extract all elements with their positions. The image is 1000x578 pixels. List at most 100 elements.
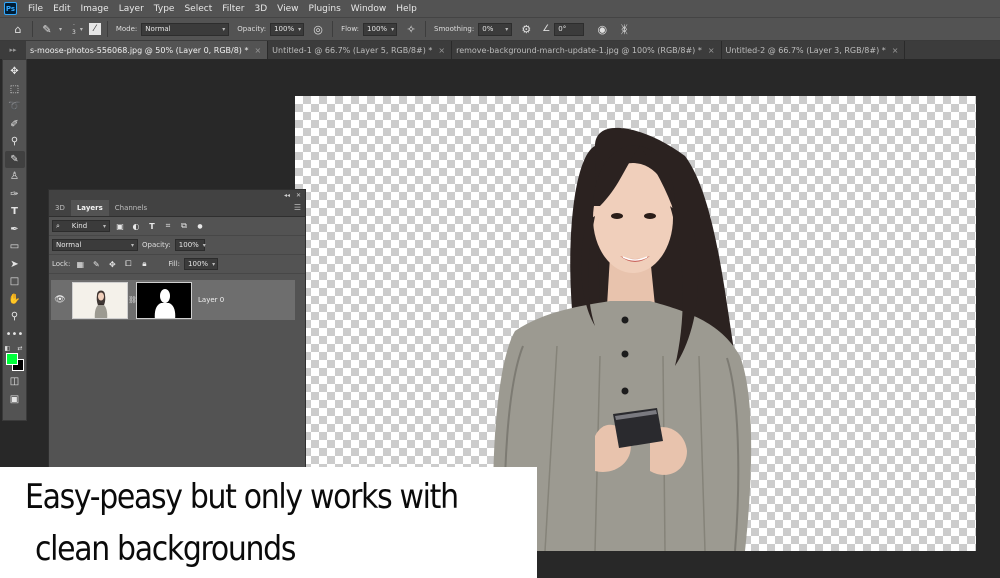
quick-mask-icon[interactable]: ◫ [5, 373, 25, 391]
tab-collapse-icon[interactable]: ▸▸ [0, 41, 26, 59]
menu-layer[interactable]: Layer [114, 4, 149, 14]
close-icon[interactable]: × [708, 46, 715, 55]
caption-line-2: clean backgrounds [35, 529, 296, 569]
zoom-tool-icon[interactable]: ⚲ [5, 308, 25, 326]
lock-artboard-icon[interactable]: ⧠ [122, 258, 134, 270]
lock-transparent-pixels-icon[interactable]: ▦ [74, 258, 86, 270]
menu-edit[interactable]: Edit [48, 4, 75, 14]
pressure-opacity-icon[interactable]: ◎ [310, 21, 326, 37]
smoothing-settings-gear-icon[interactable]: ⚙ [518, 21, 534, 37]
layer-name[interactable]: Layer 0 [198, 296, 224, 304]
screen-mode-icon[interactable]: ▣ [5, 391, 25, 409]
brush-size-indicator[interactable]: · 3 [72, 22, 76, 36]
smart-object-filter-icon[interactable]: ⧉ [178, 220, 190, 232]
type-layer-filter-icon[interactable]: T [146, 220, 158, 232]
layer-mask-image [154, 288, 176, 318]
collapse-panel-icon[interactable]: ◂◂ [284, 192, 290, 199]
filter-toggle-icon[interactable]: ● [194, 220, 206, 232]
layers-panel: ◂◂ ✕ 3D Layers Channels ☰ ⌕ Kind ▾ ▣ ◐ T… [48, 189, 306, 469]
layer-thumbnail[interactable] [72, 281, 128, 319]
path-selection-tool-icon[interactable]: ➤ [5, 256, 25, 274]
panel-menu-icon[interactable]: ☰ [294, 203, 301, 212]
foreground-color-swatch[interactable] [5, 353, 18, 365]
angle-input[interactable]: 0° [554, 22, 585, 36]
layer-opacity-input[interactable]: 100% ▾ [174, 239, 206, 251]
close-icon[interactable]: × [254, 46, 261, 55]
tab-document-4[interactable]: Untitled-2 @ 66.7% (Layer 3, RGB/8#) * × [722, 41, 906, 59]
pressure-size-icon[interactable]: ◉ [594, 21, 610, 37]
tab-layers[interactable]: Layers [70, 200, 109, 216]
mask-link-icon[interactable]: ⛓︎ [128, 296, 137, 304]
fill-input[interactable]: 100% ▾ [184, 258, 219, 270]
blend-mode-select[interactable]: Normal ▾ [52, 239, 138, 251]
filter-kind-select[interactable]: ⌕ Kind ▾ [52, 220, 110, 232]
brush-settings-icon[interactable]: ⁄ [88, 23, 101, 35]
photoshop-logo-icon[interactable]: Ps [4, 2, 17, 15]
tab-document-3[interactable]: remove-background-march-update-1.jpg @ 1… [452, 41, 722, 59]
type-tool-icon[interactable]: T [5, 203, 25, 221]
brush-tool-icon[interactable]: ✎ [4, 150, 25, 168]
hand-tool-icon[interactable]: ✋ [5, 291, 25, 309]
chevron-down-icon: ▾ [391, 25, 395, 33]
chevron-down-icon: ▾ [212, 260, 216, 268]
menu-3d[interactable]: 3D [250, 4, 273, 14]
pen-tool-icon[interactable]: ✒ [5, 221, 25, 239]
menu-filter[interactable]: Filter [217, 4, 249, 14]
filter-kind-value: Kind [71, 222, 88, 230]
menu-help[interactable]: Help [391, 4, 422, 14]
shape-layer-filter-icon[interactable]: ⌗ [162, 220, 174, 232]
lock-all-icon[interactable]: 🔒︎ [138, 258, 150, 270]
brush-dot-icon: · [72, 22, 75, 29]
layer-mask-thumbnail[interactable] [136, 281, 192, 319]
tab-channels[interactable]: Channels [109, 200, 153, 216]
symmetry-butterfly-icon[interactable]: ᛤ [616, 21, 632, 37]
menu-plugins[interactable]: Plugins [304, 4, 346, 14]
stamp-tool-icon[interactable]: ♙ [5, 168, 25, 186]
chevron-down-icon[interactable]: ▾ [80, 26, 83, 33]
tab-3d[interactable]: 3D [49, 200, 71, 216]
gradient-tool-icon[interactable]: ▭ [5, 238, 25, 256]
blend-mode-value: Normal [56, 241, 82, 249]
move-tool-icon[interactable]: ✥ [5, 63, 25, 81]
airbrush-icon[interactable]: ✧ [403, 21, 419, 37]
marquee-tool-icon[interactable]: ⬚ [5, 81, 25, 99]
adjustment-layer-filter-icon[interactable]: ◐ [130, 220, 142, 232]
menu-file[interactable]: File [23, 4, 48, 14]
swap-colors-icon[interactable]: ⇄ [18, 345, 23, 352]
menu-bar: Ps File Edit Image Layer Type Select Fil… [0, 0, 1000, 17]
opacity-label: Opacity: [237, 25, 267, 33]
tab-document-1[interactable]: s-moose-photos-556068.jpg @ 50% (Layer 0… [26, 41, 269, 59]
lasso-tool-icon[interactable]: ➰ [5, 98, 25, 116]
more-tools-icon[interactable]: ••• [5, 326, 25, 344]
smoothing-value: 0% [482, 24, 494, 33]
layer-row[interactable]: 👁︎ ⛓︎ Layer 0 [51, 280, 295, 320]
chevron-down-icon[interactable]: ▾ [59, 26, 62, 33]
pixel-layer-filter-icon[interactable]: ▣ [114, 220, 126, 232]
layer-opacity-value: 100% [178, 241, 199, 249]
rectangle-tool-icon[interactable]: □ [5, 273, 25, 291]
menu-image[interactable]: Image [76, 4, 114, 14]
color-swatches[interactable]: ◧ ⇄ [5, 345, 25, 371]
close-panel-icon[interactable]: ✕ [296, 192, 301, 199]
eyedropper-tool-icon[interactable]: ⚲ [5, 133, 25, 151]
visibility-eye-icon[interactable]: 👁︎ [51, 295, 69, 305]
lock-label: Lock: [52, 260, 71, 268]
home-icon[interactable]: ⌂ [10, 21, 26, 37]
close-icon[interactable]: × [892, 46, 899, 55]
default-colors-icon[interactable]: ◧ [5, 345, 11, 352]
smoothing-input[interactable]: 0% ▾ [478, 22, 513, 36]
brush-preset-icon[interactable]: ✎ [39, 21, 55, 37]
close-icon[interactable]: × [438, 46, 445, 55]
opacity-input[interactable]: 100% ▾ [270, 22, 305, 36]
menu-view[interactable]: View [272, 4, 303, 14]
menu-window[interactable]: Window [346, 4, 392, 14]
flow-input[interactable]: 100% ▾ [363, 22, 398, 36]
lock-image-pixels-icon[interactable]: ✎ [90, 258, 102, 270]
quick-selection-tool-icon[interactable]: ✐ [5, 116, 25, 134]
mode-select[interactable]: Normal ▾ [141, 22, 230, 36]
history-brush-tool-icon[interactable]: ✑ [5, 186, 25, 204]
lock-position-icon[interactable]: ✥ [106, 258, 118, 270]
menu-type[interactable]: Type [149, 4, 180, 14]
tab-document-2[interactable]: Untitled-1 @ 66.7% (Layer 5, RGB/8#) * × [268, 41, 453, 59]
menu-select[interactable]: Select [179, 4, 217, 14]
